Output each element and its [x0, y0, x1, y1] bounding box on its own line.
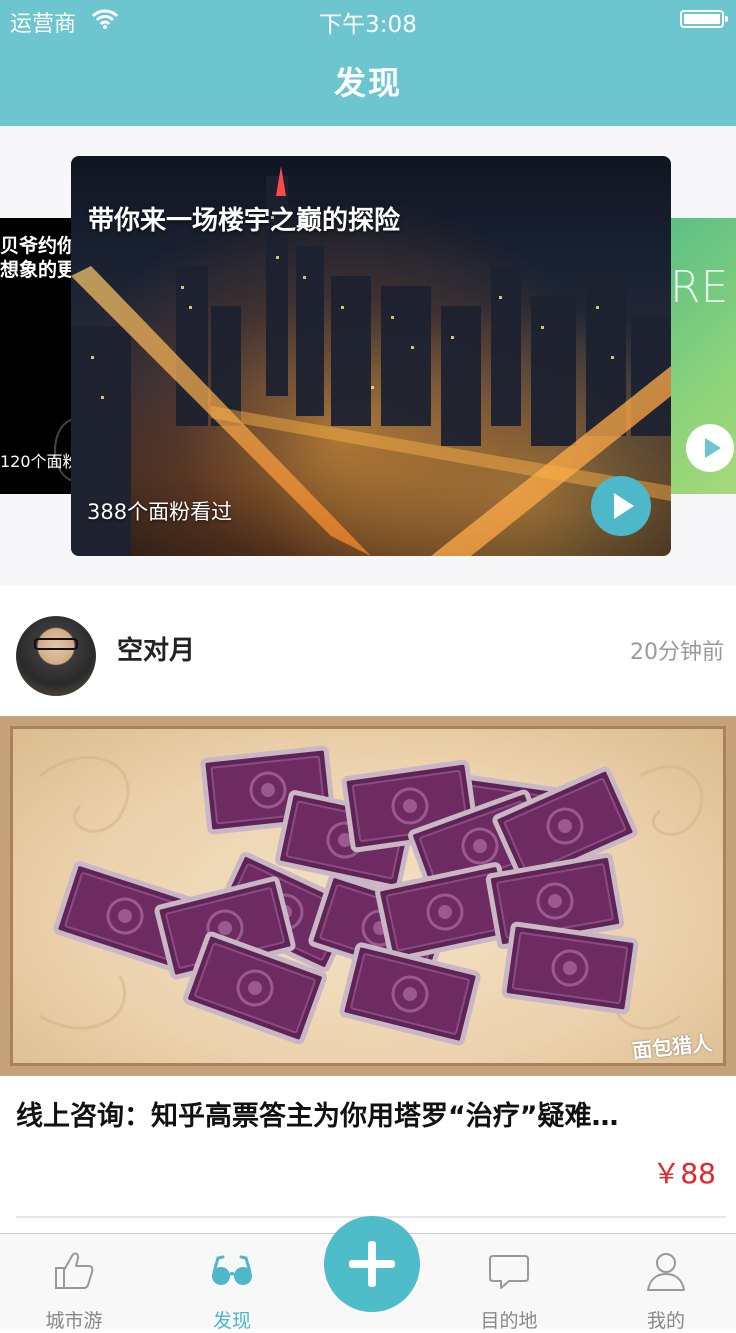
person-icon [647, 1253, 685, 1291]
play-icon[interactable] [591, 476, 651, 536]
tab-discover[interactable]: 发现 [172, 1234, 292, 1332]
carousel-card-next-play-icon[interactable] [686, 424, 734, 472]
author-name[interactable]: 空对月 [117, 630, 195, 667]
carousel-card-featured-count: 388个面粉看过 [87, 500, 233, 524]
tab-discover-label: 发现 [212, 1310, 251, 1332]
feed-post[interactable]: 空对月 20分钟前 面包猎人 线上咨询：知乎高票答主为你用塔罗“治疗”疑难… ￥… [0, 586, 736, 1232]
carousel-card-previous-count: 120个面粉 [0, 452, 72, 471]
carousel-card-featured[interactable]: 带你来一场楼宇之巅的探险 388个面粉看过 [71, 156, 671, 556]
status-bar: 运营商 下午3:08 [0, 0, 736, 40]
app-header: 运营商 下午3:08 发现 [0, 0, 736, 126]
carousel-card-featured-title: 带你来一场楼宇之巅的探险 [88, 206, 401, 236]
tab-destination-label: 目的地 [480, 1310, 538, 1332]
post-time: 20分钟前 [630, 640, 724, 665]
tab-city-tour-label: 城市游 [45, 1310, 103, 1332]
page-title: 发现 [333, 64, 402, 102]
post-title[interactable]: 线上咨询：知乎高票答主为你用塔罗“治疗”疑难… [16, 1094, 720, 1133]
status-time: 下午3:08 [319, 12, 417, 38]
thumbs-up-icon [55, 1252, 94, 1289]
carousel-card-next-text: RE [670, 262, 729, 313]
tab-city-tour[interactable]: 城市游 [14, 1234, 134, 1332]
post-image[interactable]: 面包猎人 [0, 716, 736, 1076]
image-frame-inner [10, 726, 726, 1066]
post-price: ￥88 [652, 1157, 716, 1190]
carousel-card-previous-title-line1: 贝爷约你 [0, 235, 72, 257]
tab-profile-label: 我的 [646, 1310, 685, 1332]
carousel-card-next[interactable]: RE [670, 218, 736, 494]
carousel-card-previous[interactable]: 贝爷约你 想象的更 120个面粉 [0, 218, 72, 494]
carousel-card-previous-title: 贝爷约你 想象的更 [0, 234, 72, 282]
featured-carousel[interactable]: 贝爷约你 想象的更 120个面粉 RE 带你来一场楼宇之巅的探险 388个面粉看… [0, 126, 736, 586]
carousel-card-previous-title-line2: 想象的更 [0, 259, 72, 281]
author-avatar[interactable] [16, 616, 96, 696]
tab-profile[interactable]: 我的 [606, 1234, 726, 1332]
add-button[interactable] [324, 1216, 420, 1312]
tab-destination[interactable]: 目的地 [449, 1234, 569, 1332]
glasses-icon [212, 1255, 252, 1285]
chat-bubble-icon [489, 1255, 529, 1289]
battery-icon [680, 10, 728, 28]
